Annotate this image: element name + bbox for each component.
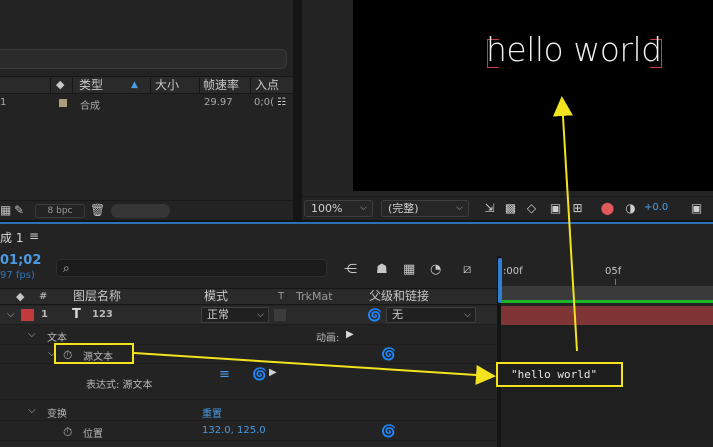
after-effects-window: ◆ 类型 ▲ 大小 帧速率 入点 1 合成 29.97 0;0( ☷ ▦ ✎ 8… (0, 0, 713, 447)
arrow-to-result (133, 352, 496, 385)
annotation-arrows (133, 96, 578, 385)
arrow-to-viewer (552, 96, 578, 352)
